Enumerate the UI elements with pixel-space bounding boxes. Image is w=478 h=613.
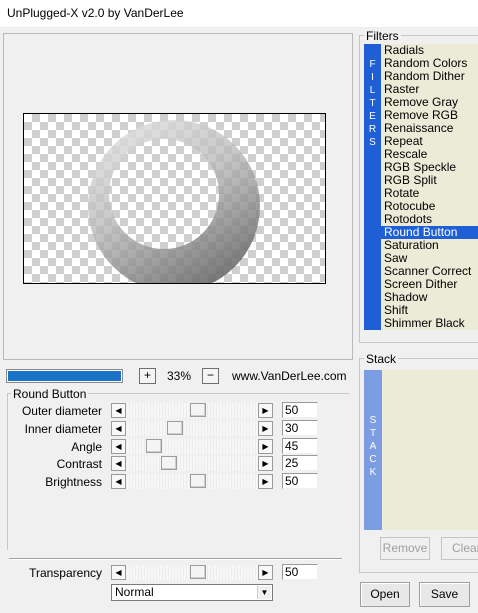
blend-mode-value: Normal bbox=[115, 585, 154, 599]
angle-slider-track[interactable] bbox=[127, 439, 258, 454]
filters-side-letter: S bbox=[369, 137, 376, 148]
separator bbox=[9, 558, 342, 560]
brightness-label: Brightness bbox=[45, 475, 102, 489]
remove-button[interactable]: Remove bbox=[380, 537, 430, 560]
filters-side-letter: L bbox=[369, 85, 376, 96]
chevron-down-icon[interactable]: ▼ bbox=[257, 586, 271, 599]
zoom-level: 33% bbox=[167, 369, 192, 383]
angle-value-field[interactable]: 45 bbox=[282, 438, 318, 454]
filters-side-letter: F bbox=[369, 59, 376, 70]
stack-side-letter: C bbox=[369, 454, 377, 465]
transparency-slider-thumb[interactable] bbox=[190, 565, 206, 579]
inner-diameter-decrease-arrow[interactable]: ◀ bbox=[111, 421, 126, 436]
angle-decrease-arrow[interactable]: ◀ bbox=[111, 439, 126, 454]
round-button-preview bbox=[24, 114, 325, 283]
angle-slider-thumb[interactable] bbox=[146, 439, 162, 453]
stack-side-bar: STACK bbox=[364, 370, 382, 530]
filters-side-bar: FILTERS bbox=[364, 44, 381, 330]
outer-diameter-decrease-arrow[interactable]: ◀ bbox=[111, 403, 126, 418]
open-button[interactable]: Open bbox=[360, 582, 410, 607]
transparency-slider-track[interactable] bbox=[127, 565, 258, 580]
stack-title: Stack bbox=[364, 352, 399, 366]
website-link[interactable]: www.VanDerLee.com bbox=[232, 369, 347, 383]
zoom-in-button[interactable]: + bbox=[139, 368, 156, 384]
filters-list[interactable]: Radials Random Colors Random Dither Raster R… bbox=[381, 44, 478, 330]
transparency-value-field[interactable]: 50 bbox=[282, 564, 318, 580]
stack-side-letter: K bbox=[369, 467, 377, 478]
contrast-slider-thumb[interactable] bbox=[161, 456, 177, 470]
save-button[interactable]: Save bbox=[419, 582, 470, 607]
angle-label: Angle bbox=[71, 440, 102, 454]
zoom-out-button[interactable]: − bbox=[202, 368, 219, 384]
contrast-decrease-arrow[interactable]: ◀ bbox=[111, 456, 126, 471]
contrast-value-field[interactable]: 25 bbox=[282, 455, 318, 471]
transparency-decrease-arrow[interactable]: ◀ bbox=[111, 565, 126, 580]
outer-diameter-value-field[interactable]: 50 bbox=[282, 402, 318, 418]
contrast-slider-track[interactable] bbox=[127, 456, 258, 471]
title-bar: UnPlugged-X v2.0 by VanDerLee bbox=[0, 0, 478, 28]
outer-diameter-label: Outer diameter bbox=[21, 404, 102, 418]
filters-side-letter: R bbox=[368, 124, 377, 135]
stack-side-letter: S bbox=[369, 415, 377, 426]
transparency-label: Transparency bbox=[29, 566, 102, 580]
inner-diameter-slider-thumb[interactable] bbox=[167, 421, 183, 435]
brightness-decrease-arrow[interactable]: ◀ bbox=[111, 474, 126, 489]
outer-diameter-slider-thumb[interactable] bbox=[190, 403, 206, 417]
inner-diameter-slider-track[interactable] bbox=[127, 421, 258, 436]
filters-title: Filters bbox=[364, 29, 401, 43]
angle-increase-arrow[interactable]: ▶ bbox=[258, 439, 273, 454]
blend-mode-select[interactable]: Normal ▼ bbox=[111, 584, 273, 601]
filters-side-letter: T bbox=[369, 98, 376, 109]
window-title: UnPlugged-X v2.0 by VanDerLee bbox=[7, 6, 184, 20]
parameters-group-title: Round Button bbox=[11, 387, 89, 401]
stack-list[interactable] bbox=[382, 370, 478, 530]
brightness-value-field[interactable]: 50 bbox=[282, 473, 318, 489]
inner-diameter-value-field[interactable]: 30 bbox=[282, 420, 318, 436]
progress-fill bbox=[8, 371, 121, 381]
inner-diameter-label: Inner diameter bbox=[24, 422, 102, 436]
transparency-increase-arrow[interactable]: ▶ bbox=[258, 565, 273, 580]
progress-bar bbox=[6, 369, 123, 383]
brightness-slider-thumb[interactable] bbox=[190, 474, 206, 488]
stack-side-letter: T bbox=[369, 428, 377, 439]
filters-side-letter: E bbox=[369, 111, 376, 122]
contrast-increase-arrow[interactable]: ▶ bbox=[258, 456, 273, 471]
stack-side-letter: A bbox=[369, 441, 377, 452]
brightness-increase-arrow[interactable]: ▶ bbox=[258, 474, 273, 489]
preview-canvas[interactable] bbox=[23, 113, 326, 284]
clear-button[interactable]: Clear bbox=[441, 537, 478, 560]
contrast-label: Contrast bbox=[56, 457, 102, 471]
outer-diameter-slider-track[interactable] bbox=[127, 403, 258, 418]
inner-diameter-increase-arrow[interactable]: ▶ bbox=[258, 421, 273, 436]
outer-diameter-increase-arrow[interactable]: ▶ bbox=[258, 403, 273, 418]
filter-list-item[interactable]: Shimmer Black bbox=[381, 317, 478, 330]
brightness-slider-track[interactable] bbox=[127, 474, 258, 489]
filters-side-letter: I bbox=[371, 72, 374, 83]
